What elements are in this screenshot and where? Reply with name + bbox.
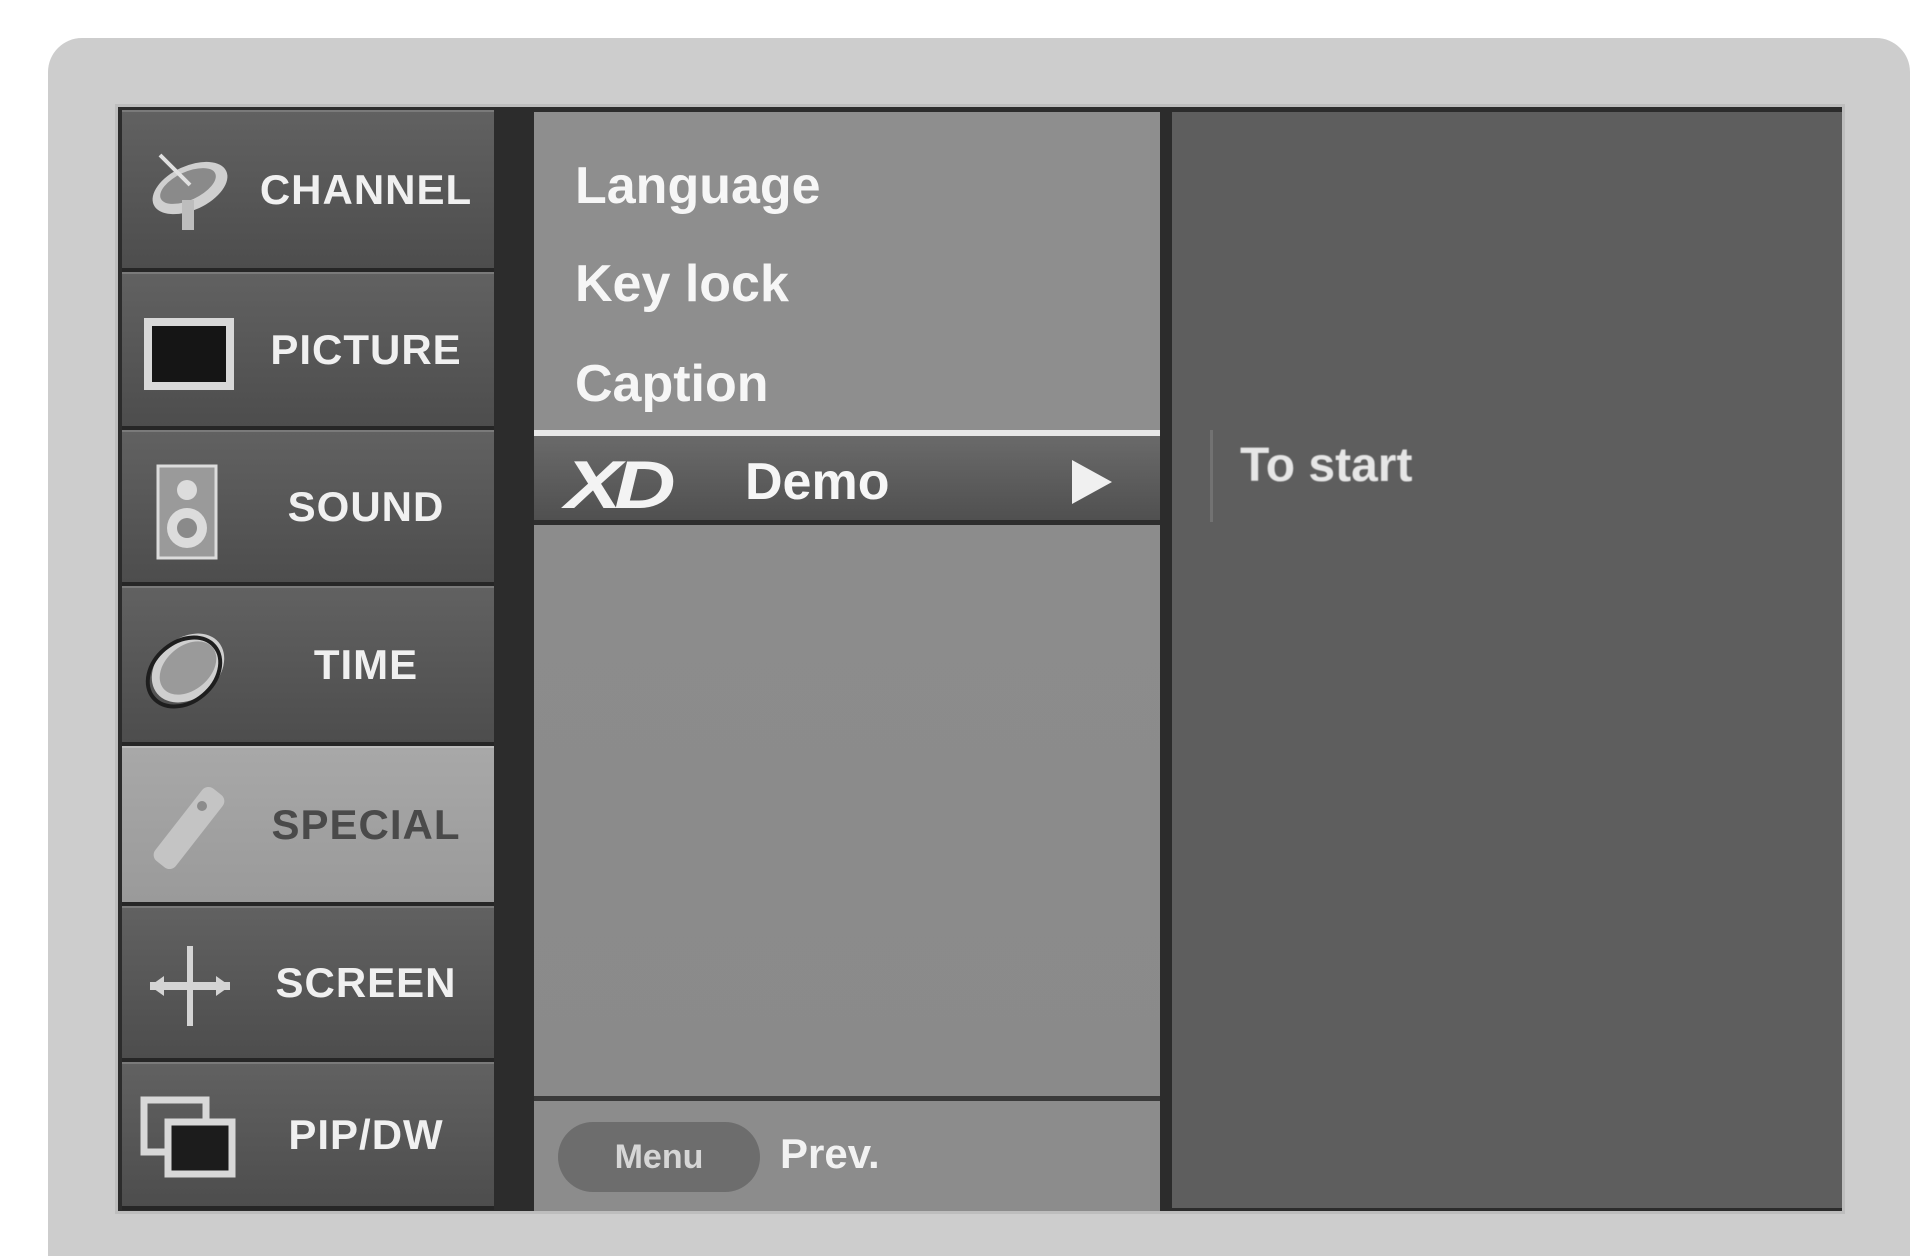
category-special[interactable]: SPECIAL [122, 746, 494, 906]
category-label: SOUND [287, 483, 445, 530]
info-text: To start [1240, 439, 1413, 492]
xd-demo-label: Demo [745, 453, 890, 511]
category-label: CHANNEL [259, 166, 473, 213]
category-sound[interactable]: SOUND [122, 430, 494, 586]
category-label: SPECIAL [271, 801, 461, 848]
menu-item-key-lock[interactable]: Key lock [575, 254, 789, 314]
category-pip-dw[interactable]: PIP/DW [122, 1062, 494, 1210]
prev-label: Prev. [780, 1130, 880, 1177]
menu-item-language[interactable]: Language [575, 156, 821, 216]
speaker-icon [156, 464, 218, 560]
category-label: TIME [313, 641, 419, 688]
category-label: SCREEN [275, 959, 457, 1006]
category-picture[interactable]: PICTURE [122, 272, 494, 430]
pip-windows-icon [140, 1096, 236, 1178]
category-channel[interactable]: CHANNEL [122, 110, 494, 272]
tv-screen-icon [144, 318, 234, 390]
menu-button[interactable]: Menu [558, 1122, 760, 1192]
info-panel [1172, 112, 1842, 1208]
clock-icon [145, 633, 225, 709]
xd-logo: XD [565, 447, 676, 523]
category-screen[interactable]: SCREEN [122, 906, 494, 1062]
category-label: PICTURE [270, 326, 462, 373]
submenu-arrow-icon [1072, 460, 1112, 504]
category-time[interactable]: TIME [122, 586, 494, 746]
info-divider [1210, 430, 1213, 522]
satellite-dish-icon [152, 153, 228, 230]
category-label: PIP/DW [288, 1111, 444, 1158]
menu-item-caption[interactable]: Caption [575, 354, 769, 414]
remote-control-icon [153, 786, 225, 870]
screen-adjust-icon [150, 946, 230, 1026]
